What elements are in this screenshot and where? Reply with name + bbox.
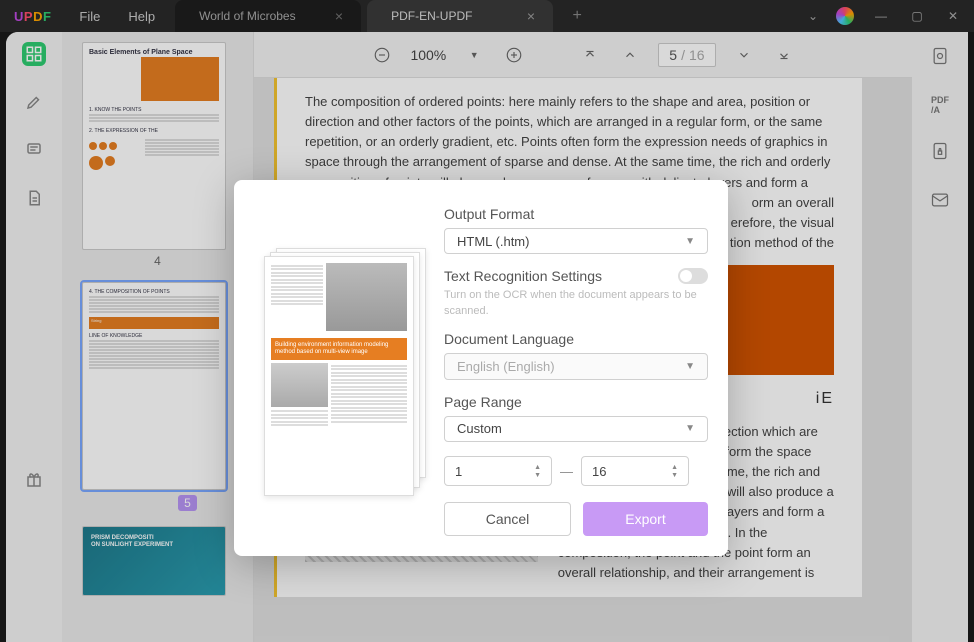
ocr-hint: Turn on the OCR when the document appear… xyxy=(444,288,708,319)
stepper-up-icon[interactable]: ▲ xyxy=(534,464,541,471)
output-format-select[interactable]: HTML (.htm) ▼ xyxy=(444,228,708,254)
dialog-form: Output Format HTML (.htm) ▼ Text Recogni… xyxy=(444,206,708,536)
range-to-input[interactable]: 16 ▲▼ xyxy=(581,456,689,486)
export-button[interactable]: Export xyxy=(583,502,708,536)
stepper-up-icon[interactable]: ▲ xyxy=(671,464,678,471)
language-label: Document Language xyxy=(444,331,708,347)
page-range-select[interactable]: Custom ▼ xyxy=(444,416,708,442)
cancel-button[interactable]: Cancel xyxy=(444,502,571,536)
range-from-input[interactable]: 1 ▲▼ xyxy=(444,456,552,486)
stepper-down-icon[interactable]: ▼ xyxy=(534,472,541,479)
ocr-toggle[interactable] xyxy=(678,268,708,284)
ocr-label: Text Recognition Settings xyxy=(444,268,602,284)
export-dialog: Building environment information modelin… xyxy=(234,180,728,556)
stepper-down-icon[interactable]: ▼ xyxy=(671,472,678,479)
output-format-label: Output Format xyxy=(444,206,708,222)
dialog-preview: Building environment information modelin… xyxy=(254,206,424,536)
chevron-down-icon: ▼ xyxy=(685,236,695,247)
page-range-label: Page Range xyxy=(444,394,708,410)
chevron-down-icon: ▼ xyxy=(685,361,695,372)
chevron-down-icon: ▼ xyxy=(685,423,695,434)
language-select[interactable]: English (English) ▼ xyxy=(444,353,708,379)
